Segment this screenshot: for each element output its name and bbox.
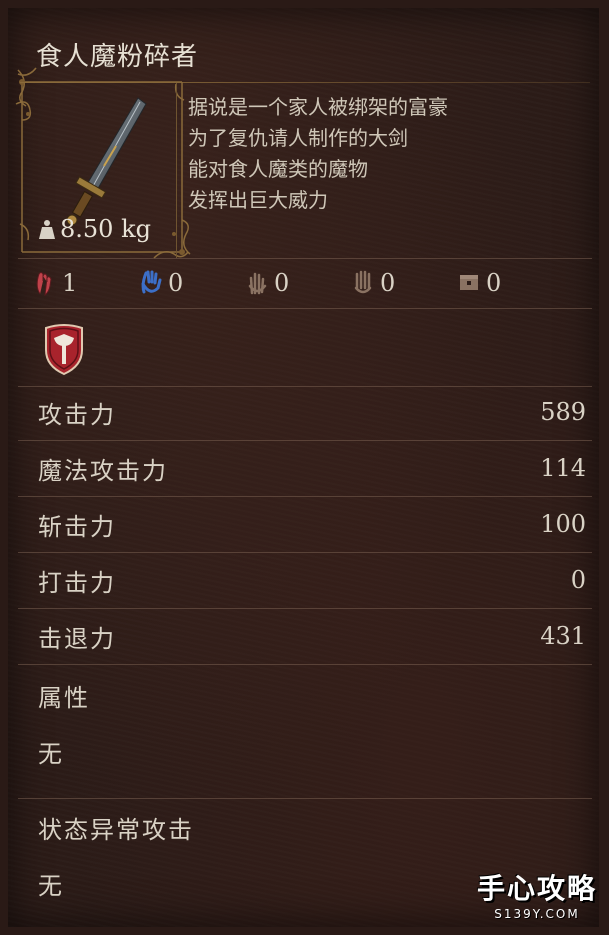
greatsword-icon xyxy=(66,97,147,226)
attribute-label: 属性 xyxy=(38,684,90,712)
stat-row-knockback: 击退力 431 xyxy=(38,610,586,662)
divider xyxy=(18,496,592,497)
item-weight: 8.50 kg xyxy=(38,215,151,243)
divider xyxy=(18,664,592,665)
description-divider xyxy=(176,82,177,258)
weight-value: 8.50 kg xyxy=(60,215,151,243)
divider xyxy=(18,798,592,799)
stat-value: 100 xyxy=(540,510,586,538)
stat-row-magic-attack: 魔法攻击力 114 xyxy=(38,442,586,494)
requirement-strength: 1 xyxy=(34,269,140,297)
stat-label: 斩击力 xyxy=(38,512,116,541)
item-name: 食人魔粉碎者 xyxy=(36,42,199,72)
weight-icon xyxy=(39,220,55,239)
stat-value: 589 xyxy=(540,398,586,426)
title-divider xyxy=(20,82,590,83)
chest-icon xyxy=(460,275,478,290)
requirement-faith: 0 xyxy=(352,269,458,297)
dexterity-hand-icon xyxy=(248,272,267,295)
intellect-hand-icon xyxy=(141,270,162,294)
faith-hand-icon xyxy=(354,270,372,294)
requirement-intellect: 0 xyxy=(140,269,246,297)
stat-value: 0 xyxy=(570,566,586,594)
watermark-title: 手心攻略 xyxy=(476,872,597,905)
watermark-url: S139Y.COM xyxy=(494,907,580,921)
description-line: 能对食人魔类的魔物 xyxy=(188,157,368,181)
description-line: 发挥出巨大威力 xyxy=(188,188,328,212)
divider xyxy=(18,552,592,553)
stat-value: 114 xyxy=(540,454,586,482)
status-attack-value: 无 xyxy=(38,872,64,900)
stat-row-slash: 斩击力 100 xyxy=(38,498,586,550)
status-attack-label: 状态异常攻击 xyxy=(38,816,194,844)
description-line: 为了复仇请人制作的大剑 xyxy=(188,126,408,150)
stat-label: 击退力 xyxy=(38,624,116,653)
stat-value: 431 xyxy=(540,622,586,650)
attribute-value: 无 xyxy=(38,740,64,768)
stat-label: 魔法攻击力 xyxy=(38,456,168,485)
divider xyxy=(18,308,592,309)
stat-row-attack: 攻击力 589 xyxy=(38,386,586,438)
stat-label: 打击力 xyxy=(38,568,116,597)
stat-row-strike: 打击力 0 xyxy=(38,554,586,606)
description-line: 据说是一个家人被绑架的富豪 xyxy=(188,95,448,119)
divider xyxy=(18,258,592,259)
requirement-dexterity: 0 xyxy=(246,269,352,297)
site-watermark: 手心攻略 S139Y.COM xyxy=(477,867,597,921)
divider xyxy=(18,608,592,609)
item-description: 据说是一个家人被绑架的富豪 为了复仇请人制作的大剑 能对食人魔类的魔物 发挥出巨… xyxy=(188,92,448,216)
requirement-chest: 0 xyxy=(458,269,564,297)
stat-requirements: 1 0 0 0 0 xyxy=(34,264,564,302)
axe-shield-emblem-icon xyxy=(45,324,83,376)
divider xyxy=(18,440,592,441)
stat-label: 攻击力 xyxy=(38,400,116,429)
strength-hand-icon xyxy=(36,272,52,296)
